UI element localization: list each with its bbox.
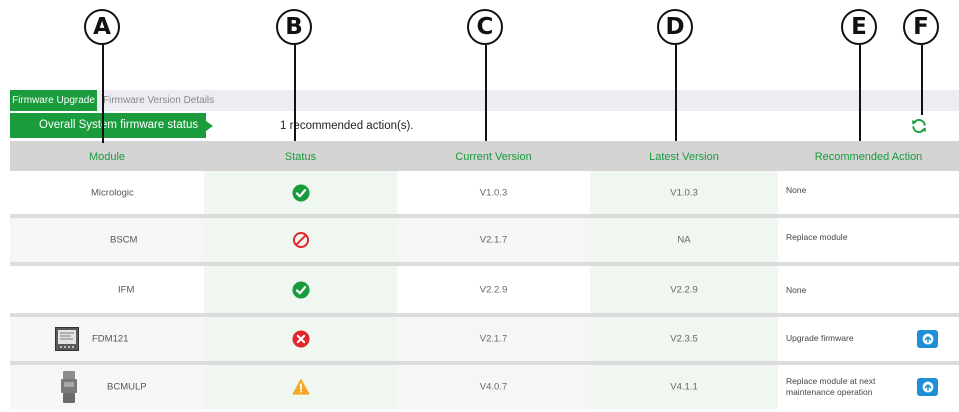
- callout-d: D: [657, 9, 693, 45]
- table-row: BCMULP V4.0.7 V4.1.1 Replace module at n…: [10, 365, 959, 409]
- callout-e-line: [859, 45, 861, 141]
- callout-d-line: [675, 45, 677, 141]
- error-x-icon: [291, 330, 310, 348]
- recommended-action: None: [786, 285, 807, 295]
- callout-c: C: [467, 9, 503, 45]
- fdm121-display-thumbnail: [55, 327, 79, 351]
- recommended-action: None: [786, 185, 807, 195]
- not-allowed-icon: [292, 231, 309, 249]
- latest-version: V2.3.5: [670, 333, 698, 345]
- table-row: Micrologic V1.0.3 V1.0.3 None: [10, 171, 959, 218]
- header-module: Module: [88, 151, 126, 163]
- header-current-version: Current Version: [455, 151, 532, 163]
- tab-firmware-upgrade[interactable]: Firmware Upgrade: [10, 90, 97, 111]
- recommended-action: Replace module: [786, 232, 848, 242]
- header-latest-version: Latest Version: [649, 151, 719, 163]
- ok-check-icon: [291, 280, 310, 299]
- current-version: V1.0.3: [479, 187, 508, 198]
- callout-c-line: [485, 45, 487, 141]
- warning-icon: [291, 378, 310, 395]
- latest-version: V1.0.3: [670, 187, 698, 198]
- callout-b-line: [294, 45, 296, 141]
- recommended-action: Upgrade firmware: [786, 333, 854, 343]
- recommended-action: Replace module at next maintenance opera…: [786, 376, 876, 397]
- module-name: FDM121: [92, 333, 129, 345]
- recommended-actions-summary: 1 recommended action(s).: [280, 120, 414, 132]
- module-name: Micrologic: [91, 187, 134, 198]
- module-name: BCMULP: [107, 381, 147, 393]
- current-version: V2.2.9: [479, 284, 508, 295]
- current-version: V2.1.7: [479, 234, 508, 246]
- latest-version: V4.1.1: [670, 381, 698, 393]
- latest-version: NA: [677, 234, 691, 246]
- tab-firmware-version-details[interactable]: Firmware Version Details: [103, 90, 214, 111]
- upgrade-firmware-button[interactable]: [917, 330, 938, 348]
- overall-status-banner: Overall System firmware status: [10, 113, 213, 138]
- upload-arrow-icon: [922, 333, 933, 345]
- callout-f: F: [903, 9, 939, 45]
- callout-b: B: [276, 9, 312, 45]
- table-header: Module Status Current Version Latest Ver…: [10, 141, 959, 171]
- header-status: Status: [284, 151, 317, 163]
- callout-e: E: [841, 9, 877, 45]
- table-row: FDM121 V2.1.7 V2.3.5 Upgrade firmware: [10, 317, 959, 365]
- ok-check-icon: [291, 183, 310, 202]
- refresh-icon[interactable]: [910, 117, 928, 135]
- module-name: IFM: [118, 284, 135, 295]
- callout-a-line: [102, 45, 104, 143]
- table-row: IFM V2.2.9 V2.2.9 None: [10, 266, 959, 317]
- callout-a: A: [84, 9, 120, 45]
- callout-f-line: [921, 45, 923, 115]
- current-version: V4.0.7: [479, 381, 508, 393]
- upload-arrow-icon: [922, 381, 933, 393]
- table-row: BSCM V2.1.7 NA Replace module: [10, 218, 959, 266]
- header-recommended-action: Recommended Action: [814, 151, 923, 163]
- latest-version: V2.2.9: [670, 284, 698, 295]
- module-name: BSCM: [110, 234, 138, 246]
- bcmulp-module-thumbnail: [61, 371, 77, 403]
- current-version: V2.1.7: [479, 333, 508, 345]
- replace-module-button[interactable]: [917, 378, 938, 396]
